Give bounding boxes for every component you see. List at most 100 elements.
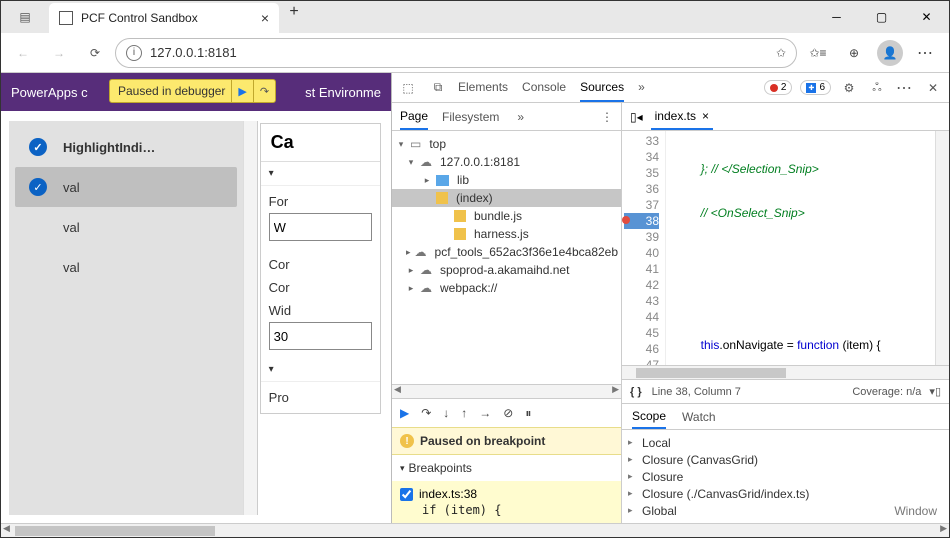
list-item-label: val xyxy=(63,220,80,235)
field-label: Pro xyxy=(261,382,380,413)
tree-item[interactable]: ▸pcf_tools_652ac3f36e1e4bca82eb xyxy=(392,243,621,261)
list-item[interactable]: ✓ val xyxy=(15,167,237,207)
width-input[interactable] xyxy=(269,322,372,350)
scope-item[interactable]: ▸Closure xyxy=(628,468,943,485)
field-label: For xyxy=(269,194,372,209)
toggle-navigator-icon[interactable]: ▯◂ xyxy=(630,110,643,124)
favorites-icon[interactable]: ✩≡ xyxy=(801,37,835,69)
list-item[interactable]: ✓ HighlightIndi… xyxy=(15,127,237,167)
collections-icon[interactable]: ⊕ xyxy=(837,37,871,69)
tree-item[interactable]: ▾top xyxy=(392,135,621,153)
coverage-status: Coverage: n/a xyxy=(852,386,921,398)
code-vscrollbar[interactable] xyxy=(935,131,949,365)
page-hscrollbar[interactable] xyxy=(1,523,949,537)
breakpoints-header[interactable]: ▾Breakpoints xyxy=(400,461,613,475)
scope-item[interactable]: ▸GlobalWindow xyxy=(628,502,943,519)
inspect-icon[interactable]: ⬚ xyxy=(398,81,418,95)
browser-tab[interactable]: PCF Control Sandbox × xyxy=(49,3,279,33)
list-item-label: val xyxy=(63,180,80,195)
favorite-icon[interactable]: ✩ xyxy=(776,46,786,60)
tab-close-icon[interactable]: × xyxy=(261,10,269,26)
breakpoint-checkbox[interactable] xyxy=(400,488,413,501)
tree-item[interactable]: bundle.js xyxy=(392,207,621,225)
window-minimize-button[interactable]: ─ xyxy=(814,1,859,33)
device-toggle-icon[interactable]: ⧉ xyxy=(428,80,448,95)
message-count-badge[interactable]: ✚6 xyxy=(800,80,831,95)
scope-item[interactable]: ▸Closure (./CanvasGrid/index.ts) xyxy=(628,485,943,502)
breakpoint-item[interactable]: index.ts:38 if (item) { xyxy=(392,481,621,523)
browser-menu-button[interactable]: ⋯ xyxy=(909,37,943,69)
tree-item[interactable]: ▸webpack:// xyxy=(392,279,621,297)
deactivate-breakpoints-button[interactable]: ⊘ xyxy=(503,406,513,420)
list-item[interactable]: ✓ val xyxy=(15,207,237,247)
step-over-button[interactable]: ↷ xyxy=(421,406,431,420)
code-editor[interactable]: 33 34 35 36 37 38 39 40 41 42 43 44 45 4… xyxy=(622,131,949,365)
toggle-sidebar-icon[interactable]: ▾▯ xyxy=(929,385,941,398)
debugger-resume-icon[interactable]: ▶ xyxy=(231,80,246,102)
site-info-icon[interactable]: i xyxy=(126,45,142,61)
resume-button[interactable]: ▶ xyxy=(400,406,409,420)
nav-tabs-more-icon[interactable]: » xyxy=(517,110,524,124)
window-maximize-button[interactable]: ▢ xyxy=(859,1,904,33)
tree-item-selected[interactable]: (index) xyxy=(392,189,621,207)
nav-tab-filesystem[interactable]: Filesystem xyxy=(442,110,499,124)
tab-elements[interactable]: Elements xyxy=(458,80,508,95)
devtools: ⬚ ⧉ Elements Console Sources » 2 ✚6 ⚙ ஃ … xyxy=(391,73,949,523)
tree-item[interactable]: ▾127.0.0.1:8181 xyxy=(392,153,621,171)
back-button[interactable]: ← xyxy=(7,37,39,69)
step-button[interactable]: → xyxy=(479,406,491,420)
scope-item[interactable]: ▸Local xyxy=(628,434,943,451)
tree-item[interactable]: ▸lib xyxy=(392,171,621,189)
tab-sources[interactable]: Sources xyxy=(580,80,624,102)
tab-watch[interactable]: Watch xyxy=(682,410,716,424)
debugger-panel: ▶ ↷ ↓ ↑ → ⊘ ⏸ ! Paused on breakpoint ▾Br… xyxy=(392,398,621,523)
devtools-menu-icon[interactable]: ⋯ xyxy=(895,78,915,98)
list-item-label: val xyxy=(63,260,80,275)
close-file-icon[interactable]: × xyxy=(702,109,709,123)
settings-icon[interactable]: ⚙ xyxy=(839,81,859,95)
line-gutter[interactable]: 33 34 35 36 37 38 39 40 41 42 43 44 45 4… xyxy=(622,131,666,365)
tree-hscrollbar[interactable] xyxy=(392,384,621,398)
tab-actions-icon[interactable]: ▤ xyxy=(1,1,49,33)
source-editor-pane: ▯◂ index.ts× 33 34 35 36 37 38 39 40 41 … xyxy=(622,103,949,523)
devtools-toolbar: ⬚ ⧉ Elements Console Sources » 2 ✚6 ⚙ ஃ … xyxy=(392,73,949,103)
list-scrollbar[interactable] xyxy=(243,121,256,515)
window-close-button[interactable]: ✕ xyxy=(904,1,949,33)
pause-exceptions-button[interactable]: ⏸ xyxy=(525,406,531,421)
check-icon: ✓ xyxy=(29,178,47,196)
step-into-button[interactable]: ↓ xyxy=(443,406,449,420)
section-toggle[interactable]: ▾ xyxy=(269,364,372,375)
paused-banner: ! Paused on breakpoint xyxy=(392,427,621,455)
step-out-button[interactable]: ↑ xyxy=(461,406,467,420)
window-titlebar: ▤ PCF Control Sandbox × + ─ ▢ ✕ xyxy=(1,1,949,33)
paused-in-debugger-overlay: Paused in debugger ▶ ↷ xyxy=(109,79,276,103)
forward-button[interactable]: → xyxy=(43,37,75,69)
tabs-more-icon[interactable]: » xyxy=(638,80,645,95)
code-hscrollbar[interactable] xyxy=(622,365,949,379)
check-icon: ✓ xyxy=(29,138,47,156)
list-item[interactable]: ✓ val xyxy=(15,247,237,287)
editor-status-bar: { } Line 38, Column 7 Coverage: n/a ▾▯ xyxy=(622,379,949,403)
devtools-close-icon[interactable]: ✕ xyxy=(923,81,943,95)
reload-button[interactable]: ⟳ xyxy=(79,37,111,69)
tab-title: PCF Control Sandbox xyxy=(81,11,253,25)
scope-item[interactable]: ▸Closure (CanvasGrid) xyxy=(628,451,943,468)
form-input[interactable] xyxy=(269,213,372,241)
tree-item[interactable]: ▸spoprod-a.akamaihd.net xyxy=(392,261,621,279)
tab-console[interactable]: Console xyxy=(522,80,566,95)
source-file-tab[interactable]: index.ts× xyxy=(651,109,713,130)
nav-tab-page[interactable]: Page xyxy=(400,109,428,130)
tab-scope[interactable]: Scope xyxy=(632,409,666,429)
section-toggle[interactable]: ▾ xyxy=(269,168,372,179)
new-tab-button[interactable]: + xyxy=(279,3,309,21)
feedback-icon[interactable]: ஃ xyxy=(867,80,887,96)
header-text-left: PowerApps c xyxy=(11,85,88,100)
profile-button[interactable]: 👤 xyxy=(873,37,907,69)
error-count-badge[interactable]: 2 xyxy=(764,80,793,95)
pretty-print-icon[interactable]: { } xyxy=(630,386,642,398)
tree-item[interactable]: harness.js xyxy=(392,225,621,243)
nav-menu-icon[interactable]: ⋮ xyxy=(601,110,613,124)
address-bar[interactable]: i 127.0.0.1:8181 ✩ xyxy=(115,38,797,68)
debugger-step-icon[interactable]: ↷ xyxy=(253,80,269,102)
list-item-label: HighlightIndi… xyxy=(63,140,155,155)
